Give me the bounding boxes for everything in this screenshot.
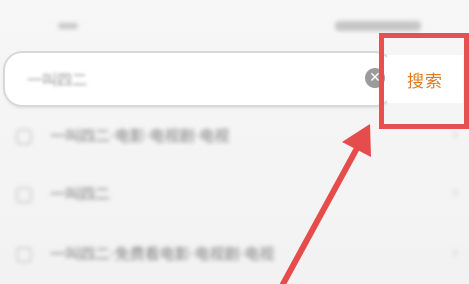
history-icon [16, 187, 32, 203]
suggestion-text: 一叫四二 [50, 185, 111, 203]
chevron-right-icon: › [451, 124, 459, 145]
status-icons [335, 21, 421, 31]
search-input[interactable] [27, 65, 347, 93]
suggestion-item[interactable]: 一叫四二 › [0, 170, 469, 226]
status-time [58, 23, 78, 29]
chevron-right-icon: › [451, 242, 459, 263]
history-icon [16, 247, 32, 263]
suggestion-text: 一叫四二·免费看电影·电视剧·电视 [50, 245, 275, 263]
suggestion-item[interactable]: 一叫四二·免费看电影·电视剧·电视 › [0, 230, 469, 284]
chevron-right-icon: › [451, 182, 459, 203]
search-bar [5, 53, 392, 105]
screen: ✕ 搜索 一叫四二·电影·电视剧·电视 › 一叫四二 › 一叫四二·免费看电影·… [0, 0, 469, 284]
suggestion-item[interactable]: 一叫四二·电影·电视剧·电视 › [0, 112, 469, 168]
history-icon [16, 129, 32, 145]
suggestion-text: 一叫四二·电影·电视剧·电视 [50, 127, 230, 145]
